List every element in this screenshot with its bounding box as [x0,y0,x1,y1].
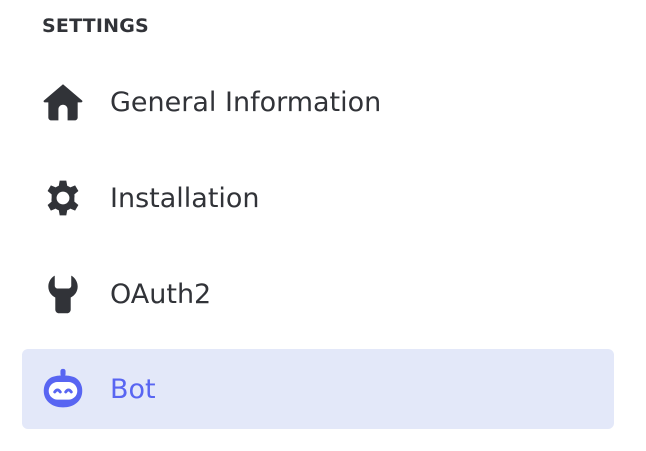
sidebar-item-label: Bot [110,373,156,405]
settings-sidebar: SETTINGS General Information Installatio… [0,0,646,451]
sidebar-item-installation[interactable]: Installation [22,158,614,238]
sidebar-item-oauth2[interactable]: OAuth2 [22,254,614,334]
home-icon [40,79,86,125]
sidebar-item-general-information[interactable]: General Information [22,62,614,142]
sidebar-item-bot[interactable]: Bot [22,349,614,429]
wrench-icon [40,271,86,317]
sidebar-item-label: General Information [110,86,382,118]
gear-icon [40,175,86,221]
sidebar-item-label: OAuth2 [110,278,212,310]
bot-icon [40,366,86,412]
sidebar-item-label: Installation [110,182,260,214]
settings-section-title: SETTINGS [42,15,149,37]
